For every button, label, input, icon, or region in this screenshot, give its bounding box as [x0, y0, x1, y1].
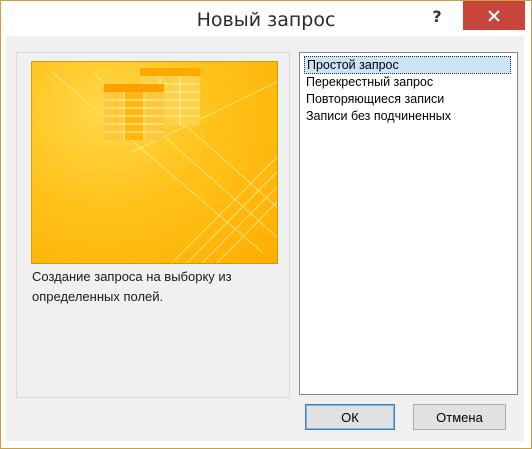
cancel-button[interactable]: Отмена [413, 404, 506, 430]
query-type-list[interactable]: Простой запрос Перекрестный запрос Повто… [299, 52, 518, 395]
dialog-title: Новый запрос [196, 9, 336, 31]
ok-button[interactable]: ОК [305, 404, 395, 430]
table-front-icon [104, 84, 164, 140]
help-button[interactable]: ? [426, 6, 448, 28]
list-item-find-duplicates[interactable]: Повторяющиеся записи [304, 91, 446, 107]
list-item-crosstab-query[interactable]: Перекрестный запрос [304, 74, 435, 90]
close-icon [488, 9, 500, 22]
list-item-find-unmatched[interactable]: Записи без подчиненных [304, 108, 453, 124]
title-bar: Новый запрос ? [1, 1, 531, 37]
query-description: Создание запроса на выборку из определен… [32, 269, 232, 304]
list-item-simple-query[interactable]: Простой запрос [304, 56, 511, 74]
query-wizard-illustration [31, 61, 278, 264]
illustration-graphic [51, 68, 277, 263]
close-button[interactable] [463, 1, 525, 30]
